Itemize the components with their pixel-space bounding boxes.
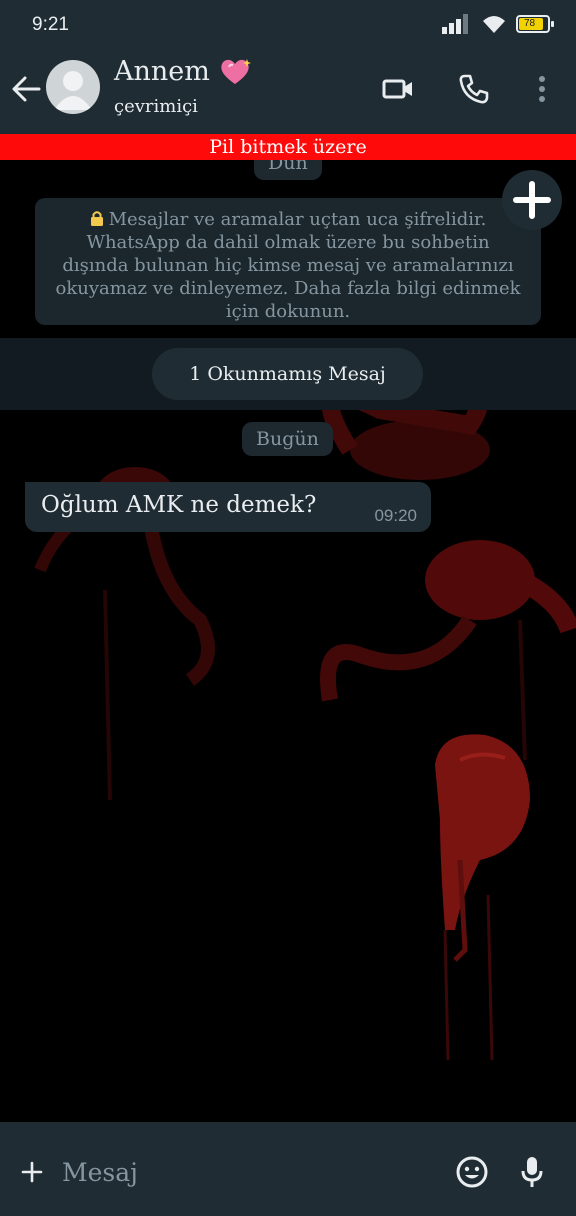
more-options-button[interactable] (522, 69, 562, 109)
date-separator-today: Bugün (242, 422, 333, 456)
battery-level: 78 (524, 18, 536, 29)
smiley-icon (456, 1156, 488, 1188)
avatar[interactable] (46, 60, 100, 114)
battery-warning-banner: Pil bitmek üzere (0, 134, 576, 160)
voice-message-button[interactable] (512, 1152, 552, 1192)
phone-icon (459, 74, 489, 104)
video-call-button[interactable] (378, 69, 418, 109)
emoji-button[interactable] (452, 1152, 492, 1192)
status-icons: 78 (442, 14, 554, 34)
status-bar: 9:21 78 (0, 0, 576, 52)
chat-area: Dün Mesajlar ve aramalar uçtan uca şifre… (0, 160, 576, 1122)
back-button[interactable] (8, 69, 44, 109)
dots-vertical-icon (539, 76, 545, 102)
message-text: Oğlum AMK ne demek? (41, 492, 317, 518)
microphone-icon (521, 1157, 543, 1187)
unread-messages-label: 1 Okunmamış Mesaj (152, 348, 423, 400)
battery-icon: 78 (516, 15, 554, 33)
status-time: 9:21 (32, 14, 69, 35)
contact-name: Annem (114, 56, 210, 87)
chat-header: Annem çevrimiçi (0, 52, 576, 134)
encryption-notice[interactable]: Mesajlar ve aramalar uçtan uca şifrelidi… (35, 198, 541, 325)
encryption-notice-text: Mesajlar ve aramalar uçtan uca şifrelidi… (55, 209, 521, 322)
default-avatar-icon (54, 71, 92, 110)
sparkling-heart-icon (221, 58, 251, 84)
message-composer (0, 1122, 576, 1216)
signal-icon (442, 14, 468, 34)
incoming-message[interactable]: Oğlum AMK ne demek? 09:20 (25, 482, 431, 532)
lock-icon (90, 211, 103, 226)
contact-name-row[interactable]: Annem (114, 56, 252, 87)
video-camera-icon (382, 79, 412, 99)
plus-icon (21, 1161, 43, 1183)
voice-call-button[interactable] (454, 69, 494, 109)
add-button[interactable] (502, 170, 562, 230)
message-input[interactable] (62, 1152, 442, 1192)
message-time: 09:20 (374, 506, 417, 525)
plus-icon (513, 181, 551, 219)
arrow-left-icon (12, 76, 41, 102)
date-separator-yesterday: Dün (254, 160, 322, 180)
wifi-icon (483, 16, 505, 33)
attach-button[interactable] (12, 1152, 52, 1192)
contact-status: çevrimiçi (114, 96, 198, 117)
